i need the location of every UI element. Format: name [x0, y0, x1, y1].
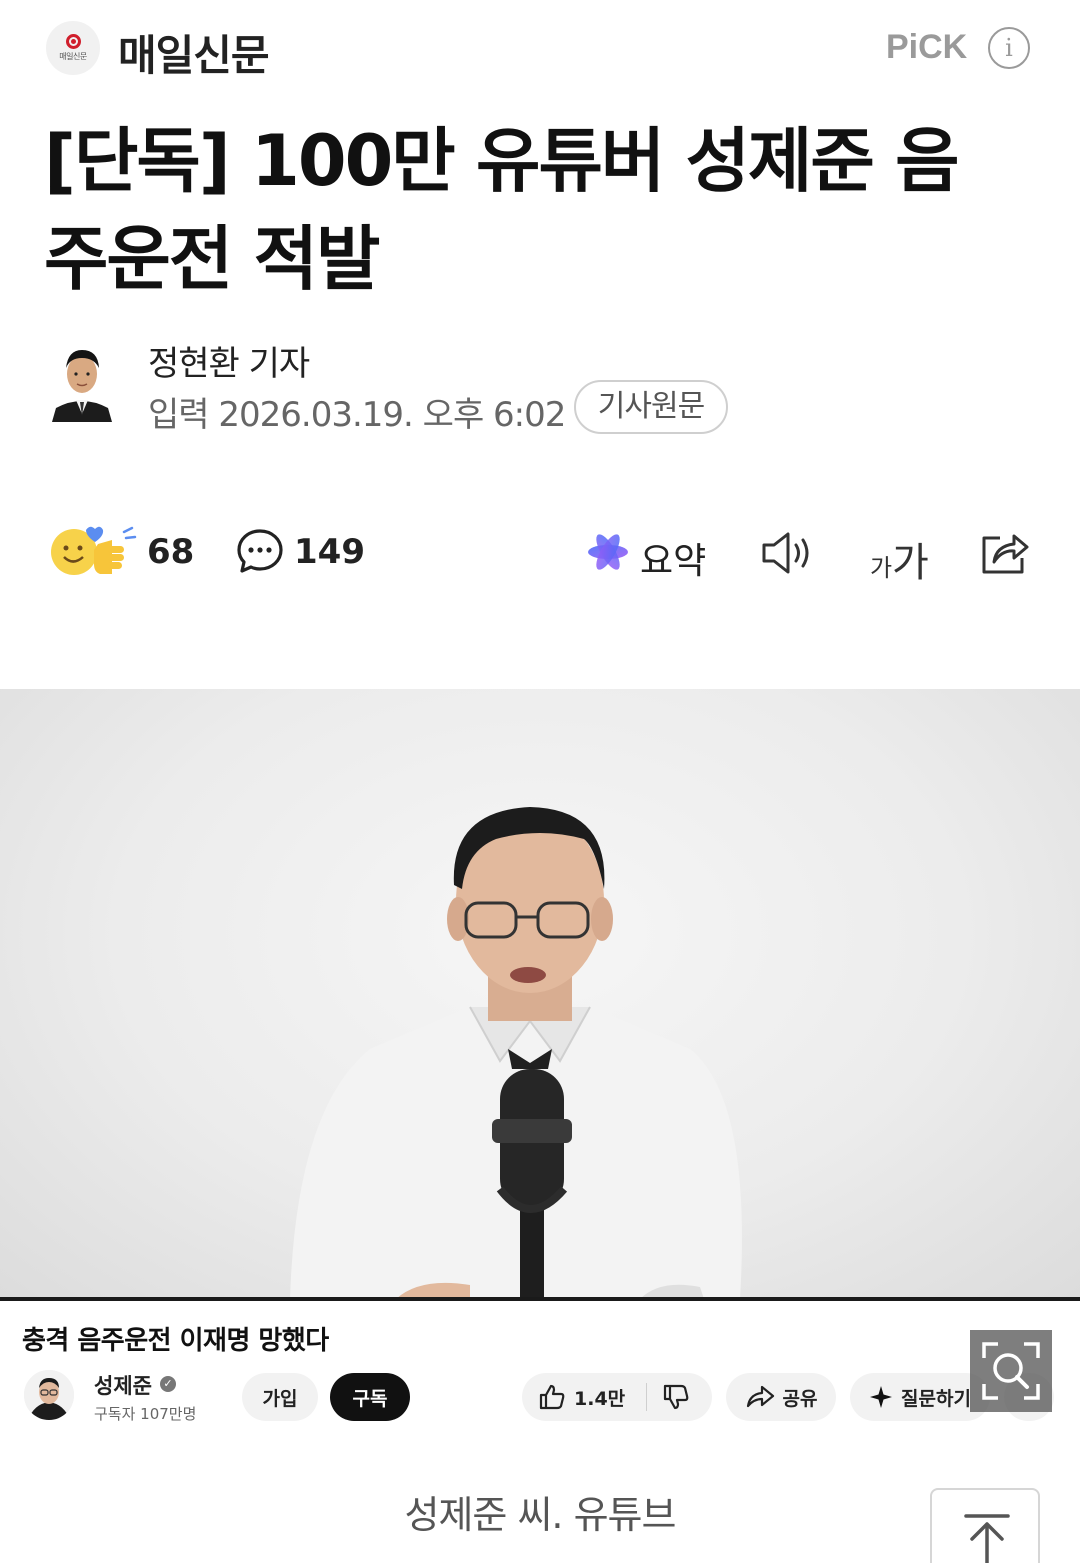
press-logo[interactable]: 매일신문 — [46, 21, 100, 75]
video-title[interactable]: 충격 음주운전 이재명 망했다 — [22, 1320, 329, 1357]
summary-icon[interactable] — [586, 531, 630, 573]
font-size-big: 가 — [892, 540, 929, 586]
article-title-line-2: 주운전 적발 — [44, 218, 380, 300]
ask-button[interactable]: 질문하기 — [850, 1373, 990, 1421]
image-caption: 성제준 씨. 유튜브 — [404, 1493, 677, 1537]
share-arrow-icon — [746, 1385, 774, 1408]
scroll-top-button[interactable] — [930, 1488, 1040, 1563]
info-icon[interactable]: i — [988, 27, 1030, 69]
speaker-icon[interactable] — [760, 530, 816, 576]
join-button[interactable]: 가입 — [242, 1373, 318, 1421]
ask-label: 질문하기 — [901, 1387, 971, 1410]
publish-date-label: 입력 — [148, 395, 210, 435]
image-search-icon[interactable] — [970, 1330, 1052, 1412]
press-name[interactable]: 매일신문 — [118, 22, 270, 83]
like-button[interactable]: 1.4만 — [522, 1373, 712, 1421]
original-article-button[interactable]: 기사원문 — [574, 380, 728, 434]
comment-count: 149 — [294, 532, 365, 572]
subscriber-count: 구독자 107만명 — [94, 1405, 197, 1423]
reporter-name[interactable]: 정현환 기자 — [148, 336, 310, 385]
sparkle-icon — [870, 1386, 893, 1408]
pick-badge: PiCK — [886, 28, 968, 66]
article-title: [단독] 100만 유튜버 성제준 음 주운전 적발 — [44, 112, 1044, 308]
channel-name[interactable]: 성제준 — [94, 1370, 152, 1400]
like-count: 1.4만 — [574, 1387, 626, 1410]
verified-icon: ✓ — [160, 1376, 176, 1392]
font-size-small: 가 — [870, 554, 893, 582]
arrow-up-icon — [964, 1514, 1010, 1563]
font-size-icon[interactable]: 가 가 — [870, 528, 934, 586]
like-divider — [646, 1383, 647, 1411]
reaction-count: 68 — [147, 532, 195, 572]
thumbs-down-icon[interactable] — [662, 1383, 690, 1411]
summary-button-label[interactable]: 요약 — [640, 532, 706, 584]
thumbs-up-icon — [539, 1384, 565, 1410]
press-logo-mark — [65, 34, 81, 49]
video-share-label: 공유 — [782, 1387, 818, 1410]
publish-date-value: 2026.03.19. 오후 6:02 — [218, 395, 566, 435]
comment-icon[interactable] — [236, 527, 284, 575]
channel-avatar[interactable] — [24, 1370, 74, 1420]
press-logo-text: 매일신문 — [59, 52, 87, 61]
reporter-avatar[interactable] — [48, 338, 116, 422]
share-icon[interactable] — [980, 528, 1030, 576]
video-frame[interactable] — [0, 689, 1080, 1299]
article-title-line-1: [단독] 100만 유튜버 성제준 음 — [44, 120, 960, 202]
subscribe-button[interactable]: 구독 — [330, 1373, 410, 1421]
video-share-button[interactable]: 공유 — [726, 1373, 836, 1421]
publish-date: 입력 2026.03.19. 오후 6:02 — [148, 387, 566, 436]
reaction-icon[interactable] — [48, 524, 138, 580]
article-header: 매일신문 매일신문 PiCK i — [0, 0, 1080, 100]
